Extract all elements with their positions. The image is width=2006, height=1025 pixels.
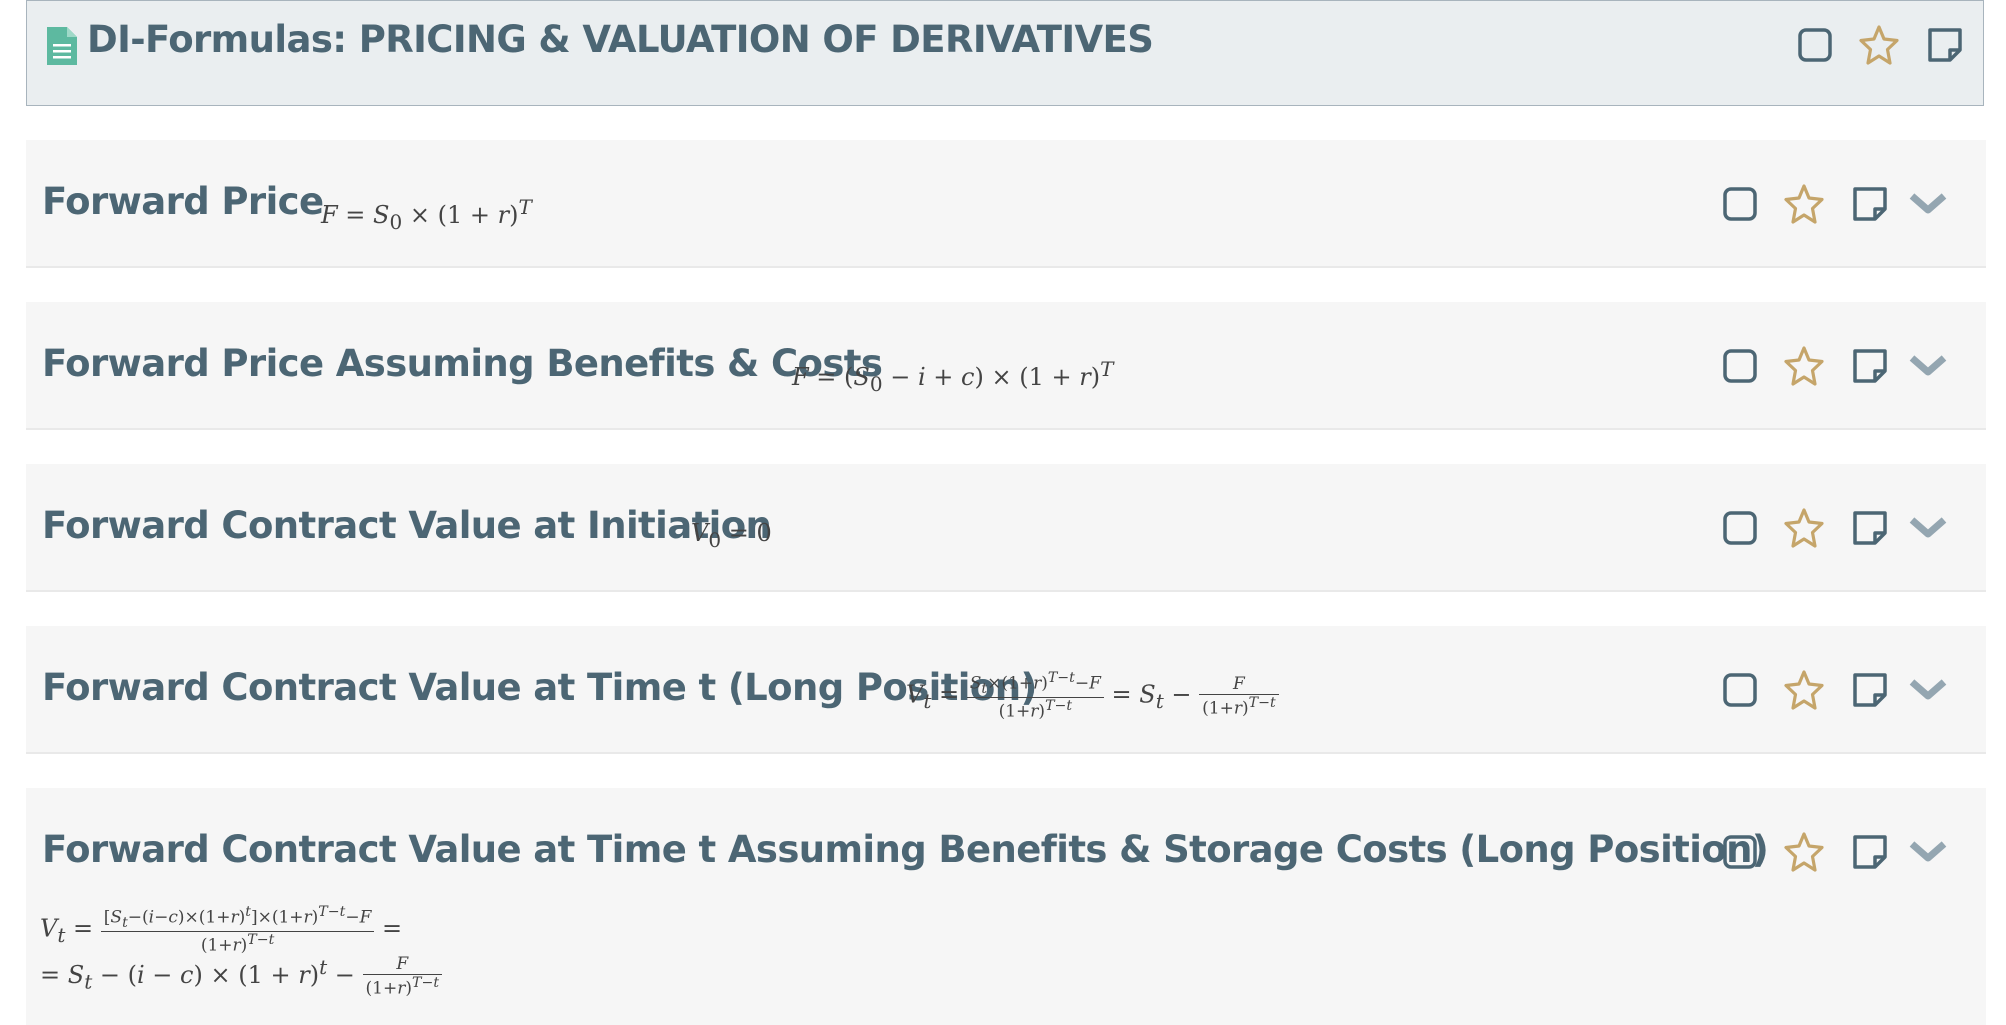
card-actions <box>1718 182 1947 226</box>
checkbox-icon[interactable] <box>1718 506 1762 550</box>
card-title: Forward Price Assuming Benefits & Costs <box>42 342 883 385</box>
chevron-down-icon[interactable] <box>1906 830 1950 874</box>
checkbox-icon[interactable] <box>1718 344 1762 388</box>
note-icon[interactable] <box>1848 506 1892 550</box>
card-actions <box>1718 668 1947 712</box>
star-icon[interactable] <box>1782 830 1826 874</box>
checkbox-icon[interactable] <box>1793 23 1837 67</box>
document-icon <box>45 25 79 67</box>
chevron-down-icon[interactable] <box>1906 182 1950 226</box>
note-icon[interactable] <box>1848 668 1892 712</box>
formula-card[interactable]: Forward Contract Value at Time t (Long P… <box>26 626 1986 754</box>
formula: Vt = St×(1+r)T−t−F (1+r)T−t = St − F (1+r)… <box>906 670 1279 722</box>
formula-card[interactable]: Forward Contract Value at Initiation V0 … <box>26 464 1986 592</box>
checkbox-icon[interactable] <box>1718 182 1762 226</box>
checkbox-icon[interactable] <box>1718 830 1762 874</box>
note-icon[interactable] <box>1923 23 1967 67</box>
formula: = St − (i − c) × (1 + r)t − F (1+r)T−t <box>40 954 443 999</box>
card-title: Forward Price <box>42 180 324 223</box>
star-icon[interactable] <box>1857 23 1901 67</box>
formula: F = S0 × (1 + r)T <box>321 195 532 234</box>
page-header: DI-Formulas: PRICING & VALUATION OF DERI… <box>26 0 1984 106</box>
note-icon[interactable] <box>1848 830 1892 874</box>
card-title: Forward Contract Value at Time t Assumin… <box>42 828 1769 871</box>
formula: V0 = 0 <box>691 519 772 552</box>
chevron-down-icon[interactable] <box>1906 344 1950 388</box>
chevron-down-icon[interactable] <box>1906 668 1950 712</box>
star-icon[interactable] <box>1782 506 1826 550</box>
header-actions <box>1793 23 1973 67</box>
card-actions <box>1718 344 1947 388</box>
note-icon[interactable] <box>1848 182 1892 226</box>
star-icon[interactable] <box>1782 182 1826 226</box>
chevron-down-icon[interactable] <box>1906 506 1950 550</box>
formula: Vt = [St−(i−c)×(1+r)t]×(1+r)T−t−F (1+r)T−… <box>40 904 403 956</box>
formula-card[interactable]: Forward Price Assuming Benefits & Costs … <box>26 302 1986 430</box>
page-title: DI-Formulas: PRICING & VALUATION OF DERI… <box>87 18 1154 61</box>
note-icon[interactable] <box>1848 344 1892 388</box>
card-actions <box>1718 506 1947 550</box>
card-title: Forward Contract Value at Initiation <box>42 504 772 547</box>
formula-card[interactable]: Forward Contract Value at Time t Assumin… <box>26 788 1986 1025</box>
formula-card[interactable]: Forward Price F = S0 × (1 + r)T <box>26 140 1986 268</box>
card-actions <box>1718 830 1947 874</box>
formula: F = (S0 − i + c) × (1 + r)T <box>792 357 1114 396</box>
checkbox-icon[interactable] <box>1718 668 1762 712</box>
card-title: Forward Contract Value at Time t (Long P… <box>42 666 1037 709</box>
star-icon[interactable] <box>1782 344 1826 388</box>
star-icon[interactable] <box>1782 668 1826 712</box>
